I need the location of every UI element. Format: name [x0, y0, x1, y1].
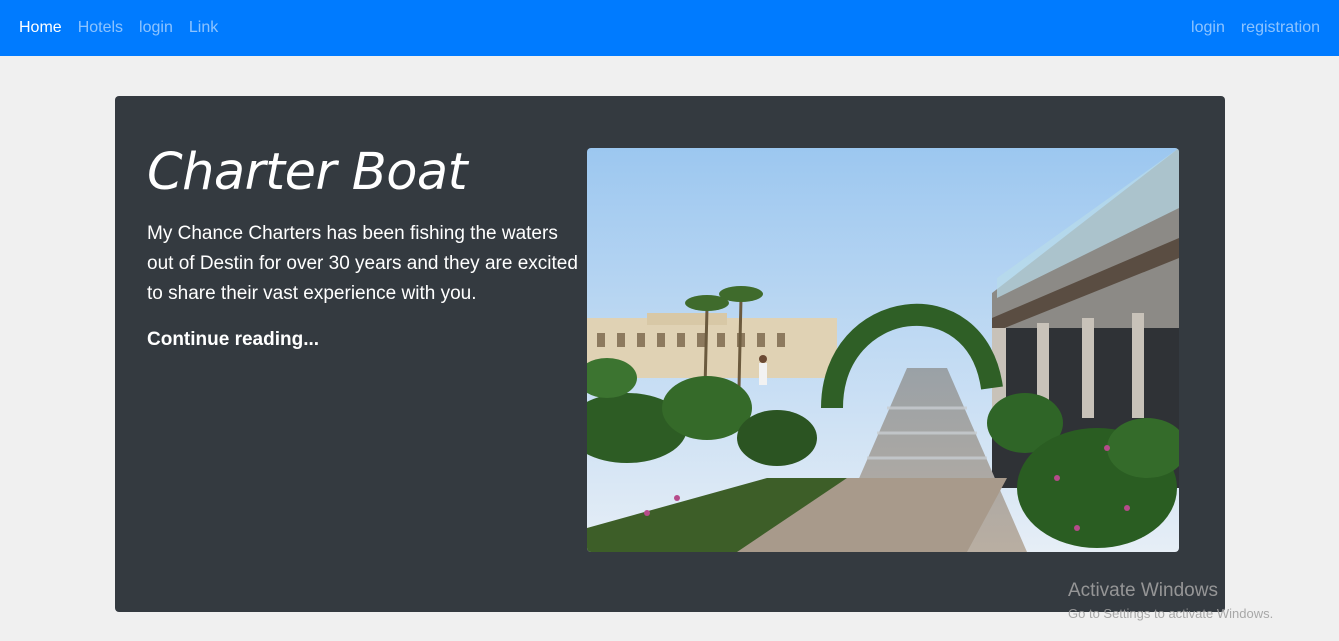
watermark-title: Activate Windows	[1068, 580, 1218, 601]
resort-photo	[587, 148, 1179, 552]
windows-activation-watermark: Activate Windows Go to Settings to activ…	[1068, 580, 1273, 621]
featured-jumbotron: Charter Boat My Chance Charters has been…	[115, 96, 1225, 612]
nav-registration-link[interactable]: registration	[1233, 11, 1328, 45]
featured-title: Charter Boat	[147, 143, 468, 202]
watermark-subtitle: Go to Settings to activate Windows.	[1068, 606, 1274, 621]
nav-hotels-link[interactable]: Hotels	[70, 11, 131, 45]
nav-link-link[interactable]: Link	[181, 11, 226, 45]
continue-reading-link[interactable]: Continue reading...	[147, 329, 319, 351]
nav-login-link[interactable]: login	[131, 11, 181, 45]
resort-photo-image	[587, 148, 1179, 552]
featured-text: Charter Boat My Chance Charters has been…	[147, 144, 587, 351]
top-navbar: Home Hotels login Link login registratio…	[0, 0, 1339, 56]
featured-description: My Chance Charters has been fishing the …	[147, 223, 578, 305]
nav-right-login-link[interactable]: login	[1183, 11, 1233, 45]
nav-right: login registration	[1183, 11, 1328, 45]
nav-home-link[interactable]: Home	[11, 11, 70, 45]
nav-left: Home Hotels login Link	[11, 11, 226, 45]
